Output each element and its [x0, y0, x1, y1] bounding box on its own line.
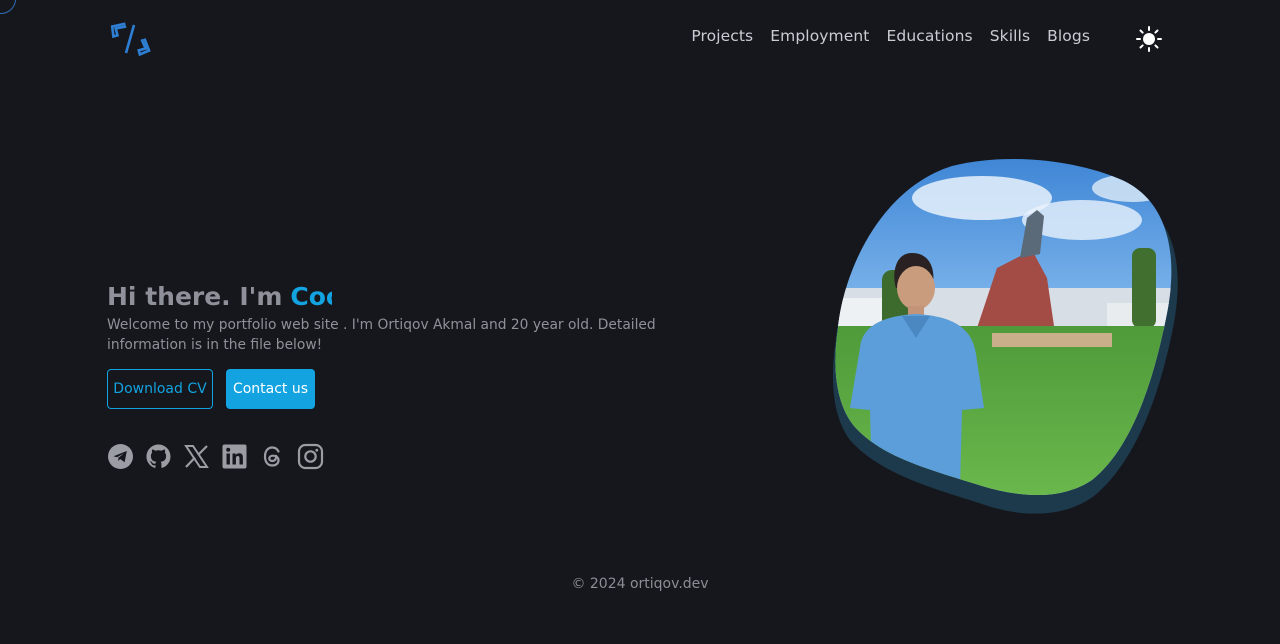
contact-us-button[interactable]: Contact us — [226, 369, 315, 409]
hero-headline: Hi there. I'm Coo — [107, 280, 717, 312]
linkedin-icon[interactable] — [221, 443, 248, 470]
hero-buttons: Download CV Contact us — [107, 369, 717, 409]
nav-employment[interactable]: Employment — [770, 27, 869, 45]
code-brackets-icon[interactable] — [108, 19, 154, 59]
site-footer: © 2024 ortiqov.dev — [571, 576, 709, 592]
hero-section: Hi there. I'm Coo Welcome to my portfoli… — [107, 280, 717, 470]
threads-icon[interactable] — [259, 443, 286, 470]
download-cv-button[interactable]: Download CV — [107, 369, 213, 409]
site-header: Projects Employment Educations Skills Bl… — [0, 0, 1280, 76]
github-icon[interactable] — [145, 443, 172, 470]
page: Projects Employment Educations Skills Bl… — [0, 0, 1280, 644]
instagram-icon[interactable] — [297, 443, 324, 470]
nav-blogs[interactable]: Blogs — [1047, 27, 1090, 45]
profile-photo — [832, 158, 1178, 514]
social-links — [107, 443, 717, 470]
sun-icon[interactable] — [1135, 25, 1163, 53]
hero-greeting: Hi there. I'm — [107, 281, 283, 311]
telegram-icon[interactable] — [107, 443, 134, 470]
nav-projects[interactable]: Projects — [691, 27, 753, 45]
x-icon[interactable] — [183, 443, 210, 470]
hero-typed-text: Coo — [290, 281, 332, 311]
nav-educations[interactable]: Educations — [886, 27, 972, 45]
main-nav: Projects Employment Educations Skills Bl… — [691, 27, 1090, 45]
nav-skills[interactable]: Skills — [990, 27, 1030, 45]
hero-intro: Welcome to my portfolio web site . I'm O… — [107, 317, 656, 353]
